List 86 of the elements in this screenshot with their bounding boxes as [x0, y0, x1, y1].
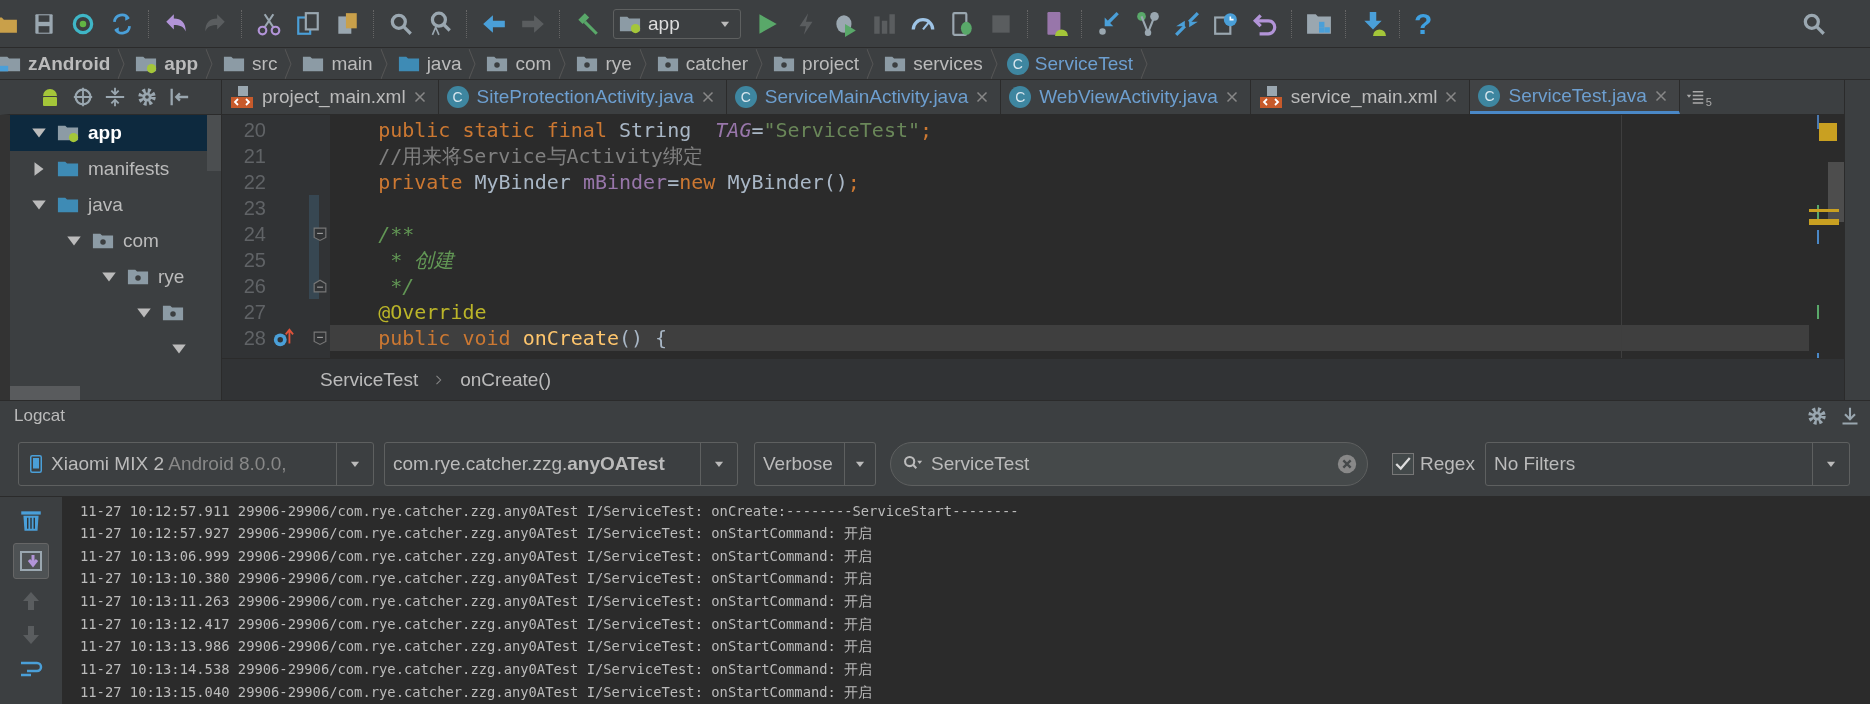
close-icon[interactable] [701, 91, 714, 103]
log-line: 11-27 10:12:57.911 29906-29906/com.rye.catcher.zzg.any0ATest I/ServiceTest: onCreate:--------ServiceStart-------- [80, 502, 1019, 522]
breadcrumb-item[interactable]: services [879, 52, 987, 75]
run-config-dropdown[interactable]: app [613, 8, 741, 39]
log-line: 11-27 10:13:06.999 29906-29906/com.rye.catcher.zzg.any0ATest I/ServiceTest: onStartCommand: 开启 [80, 546, 874, 566]
class-icon: C [1009, 86, 1032, 108]
code-line: private MyBinder mBinder=new MyBinder(); [377, 169, 861, 195]
log-line: 11-27 10:12:57.927 29906-29906/com.rye.catcher.zzg.any0ATest I/ServiceTest: onStartCommand: 开启 [80, 524, 874, 544]
breadcrumb-item[interactable]: src [218, 52, 282, 75]
log-line: 11-27 10:13:10.380 29906-29906/com.rye.catcher.zzg.any0ATest I/ServiceTest: onStartCommand: 开启 [80, 569, 874, 589]
editor-tab[interactable]: C ServiceMainActivity.java [726, 80, 1002, 114]
fold-icon[interactable] [313, 330, 327, 346]
target-icon[interactable] [72, 86, 94, 108]
breadcrumb-item[interactable]: zAndroid [0, 52, 115, 75]
close-icon[interactable] [413, 91, 426, 103]
scrollbar[interactable] [10, 386, 80, 400]
log-line: 11-27 10:13:13.986 29906-29906/com.rye.catcher.zzg.any0ATest I/ServiceTest: onStartCommand: 开启 [80, 637, 874, 657]
compress-arrows-icon[interactable] [1174, 10, 1200, 37]
device-dropdown[interactable]: Xiaomi MIX 2 Android 8.0.0, [18, 441, 374, 486]
collapse-icon[interactable] [104, 86, 126, 108]
breadcrumb-item[interactable]: com [481, 52, 556, 75]
breadcrumb-item[interactable]: app [130, 52, 203, 75]
code-line: */ [389, 273, 416, 299]
breadcrumb-item[interactable]: catcher [651, 52, 753, 75]
editor-tab[interactable]: C WebViewActivity.java [1001, 80, 1251, 114]
code-line: * 创建 [389, 247, 457, 273]
tab-list-button[interactable]: 5 [1679, 80, 1718, 114]
list-icon [1685, 88, 1704, 106]
download-icon[interactable] [1840, 406, 1860, 426]
close-icon[interactable] [1225, 91, 1238, 103]
close-icon[interactable] [1445, 91, 1458, 103]
process-dropdown[interactable]: com.rye.catcher.zzg.anyOATest [384, 441, 738, 486]
fold-icon[interactable] [313, 278, 327, 294]
class-icon: C [1478, 84, 1501, 107]
close-icon[interactable] [1654, 89, 1667, 102]
gear-icon[interactable] [1806, 405, 1828, 427]
help-icon[interactable]: ? [1414, 8, 1433, 39]
code-line: @Override [377, 299, 488, 325]
xml-file-icon [230, 85, 254, 109]
editor-tab[interactable]: service_main.xml [1250, 80, 1471, 114]
tree-item[interactable]: java [10, 187, 207, 223]
class-icon: C [734, 86, 757, 108]
copy-icon[interactable] [295, 10, 321, 37]
filter-dropdown[interactable]: No Filters [1484, 441, 1850, 486]
tree-item[interactable]: app [10, 115, 207, 151]
breadcrumb-item[interactable]: project [768, 52, 864, 75]
hide-panel-icon[interactable] [168, 86, 190, 108]
log-line: 11-27 10:13:15.040 29906-29906/com.rye.catcher.zzg.any0ATest I/ServiceTest: onStartCommand: 开启 [80, 682, 874, 702]
code-line: public static final String TAG="ServiceTest"; [377, 117, 934, 143]
gear-icon[interactable] [136, 86, 158, 108]
clock-icon[interactable] [1213, 10, 1239, 37]
arrow-in-icon[interactable] [1096, 10, 1122, 37]
class-icon: C [1006, 52, 1029, 75]
close-icon[interactable] [976, 91, 989, 103]
regex-checkbox[interactable]: Regex [1392, 452, 1475, 475]
breadcrumb-item[interactable]: rye [571, 52, 636, 75]
editor-tab[interactable]: C ServiceTest.java [1470, 80, 1680, 114]
scrollbar[interactable] [207, 115, 221, 171]
override-icon[interactable] [272, 327, 294, 349]
panel-title: Logcat [14, 406, 67, 426]
class-icon: C [446, 86, 469, 108]
scroll-to-end-toggle[interactable] [13, 543, 49, 579]
level-dropdown[interactable]: Verbose [754, 441, 876, 486]
branch-icon[interactable] [1135, 10, 1161, 37]
log-line: 11-27 10:13:12.417 29906-29906/com.rye.catcher.zzg.any0ATest I/ServiceTest: onStartCommand: 开启 [80, 614, 874, 634]
phone-bug-icon[interactable] [949, 10, 975, 37]
editor-tab[interactable]: C SiteProtectionActivity.java [438, 80, 727, 114]
clear-icon[interactable] [1336, 452, 1358, 475]
log-line: 11-27 10:13:14.538 29906-29906/com.rye.catcher.zzg.any0ATest I/ServiceTest: onStartCommand: 开启 [80, 660, 874, 680]
editor-tab[interactable]: project_main.xml [222, 80, 439, 114]
error-stripe[interactable] [1809, 115, 1844, 358]
xml-file-icon [1258, 85, 1283, 109]
breadcrumb-item[interactable]: ServiceTest [320, 368, 419, 391]
search-field[interactable]: ServiceTest [890, 441, 1368, 486]
tree-item[interactable]: com [10, 223, 207, 259]
breadcrumb-item[interactable]: java [392, 52, 466, 75]
breadcrumb-item[interactable]: main [297, 52, 377, 75]
tree-item[interactable]: manifests [10, 151, 207, 187]
fold-icon[interactable] [313, 226, 327, 242]
breadcrumb-item[interactable]: C ServiceTest [1002, 52, 1138, 75]
tree-item[interactable]: rye [10, 259, 207, 295]
code-line: //用来将Service与Activity绑定 [377, 143, 704, 169]
code-line: /** [377, 221, 416, 247]
scroll-end-icon [19, 549, 43, 573]
log-line: 11-27 10:13:11.263 29906-29906/com.rye.catcher.zzg.any0ATest I/ServiceTest: onStartCommand: 开启 [80, 592, 874, 612]
breadcrumb-item[interactable]: onCreate() [460, 368, 552, 391]
